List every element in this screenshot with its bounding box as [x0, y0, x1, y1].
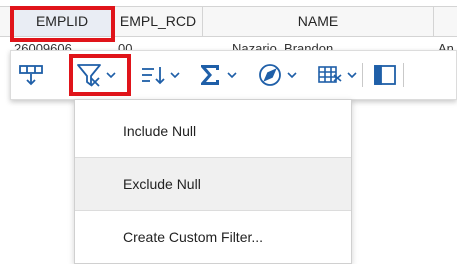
- insert-row-icon: [19, 65, 43, 86]
- table-settings-button[interactable]: [316, 51, 357, 99]
- column-toolbar: [10, 50, 457, 100]
- insert-row-button[interactable]: [17, 51, 45, 99]
- chevron-down-icon: [287, 72, 297, 79]
- menu-item-exclude-null[interactable]: Exclude Null: [75, 158, 351, 210]
- panel-icon: [374, 65, 396, 85]
- data-grid: EMPLID EMPL_RCD NAME 26009606 00 Nazario…: [0, 0, 457, 53]
- compass-icon: [259, 64, 281, 86]
- menu-item-include-null[interactable]: Include Null: [75, 105, 351, 157]
- explore-button[interactable]: [256, 51, 297, 99]
- sort-icon: [142, 67, 165, 85]
- chevron-down-icon: [227, 72, 237, 79]
- chevron-down-icon: [106, 72, 116, 79]
- column-header-name[interactable]: NAME: [202, 7, 433, 36]
- column-header-next[interactable]: [433, 7, 457, 36]
- grid-header-row: EMPLID EMPL_RCD NAME: [0, 6, 457, 37]
- filter-menu: Include Null Exclude Null Create Custom …: [74, 99, 352, 264]
- filter-button[interactable]: [75, 51, 116, 99]
- chevron-down-icon: [347, 72, 357, 79]
- aggregate-button[interactable]: [196, 51, 237, 99]
- menu-item-create-custom-filter[interactable]: Create Custom Filter...: [75, 211, 351, 263]
- filter-icon: [77, 64, 101, 87]
- sigma-icon: [201, 65, 219, 85]
- panel-toggle-button[interactable]: [371, 51, 399, 99]
- chevron-down-icon: [170, 72, 180, 79]
- column-header-empl-rcd[interactable]: EMPL_RCD: [113, 7, 202, 36]
- table-settings-icon: [318, 66, 342, 83]
- toolbar-divider: [403, 63, 404, 87]
- toolbar-divider: [362, 63, 363, 87]
- column-header-emplid[interactable]: EMPLID: [10, 7, 113, 36]
- sort-button[interactable]: [139, 51, 180, 99]
